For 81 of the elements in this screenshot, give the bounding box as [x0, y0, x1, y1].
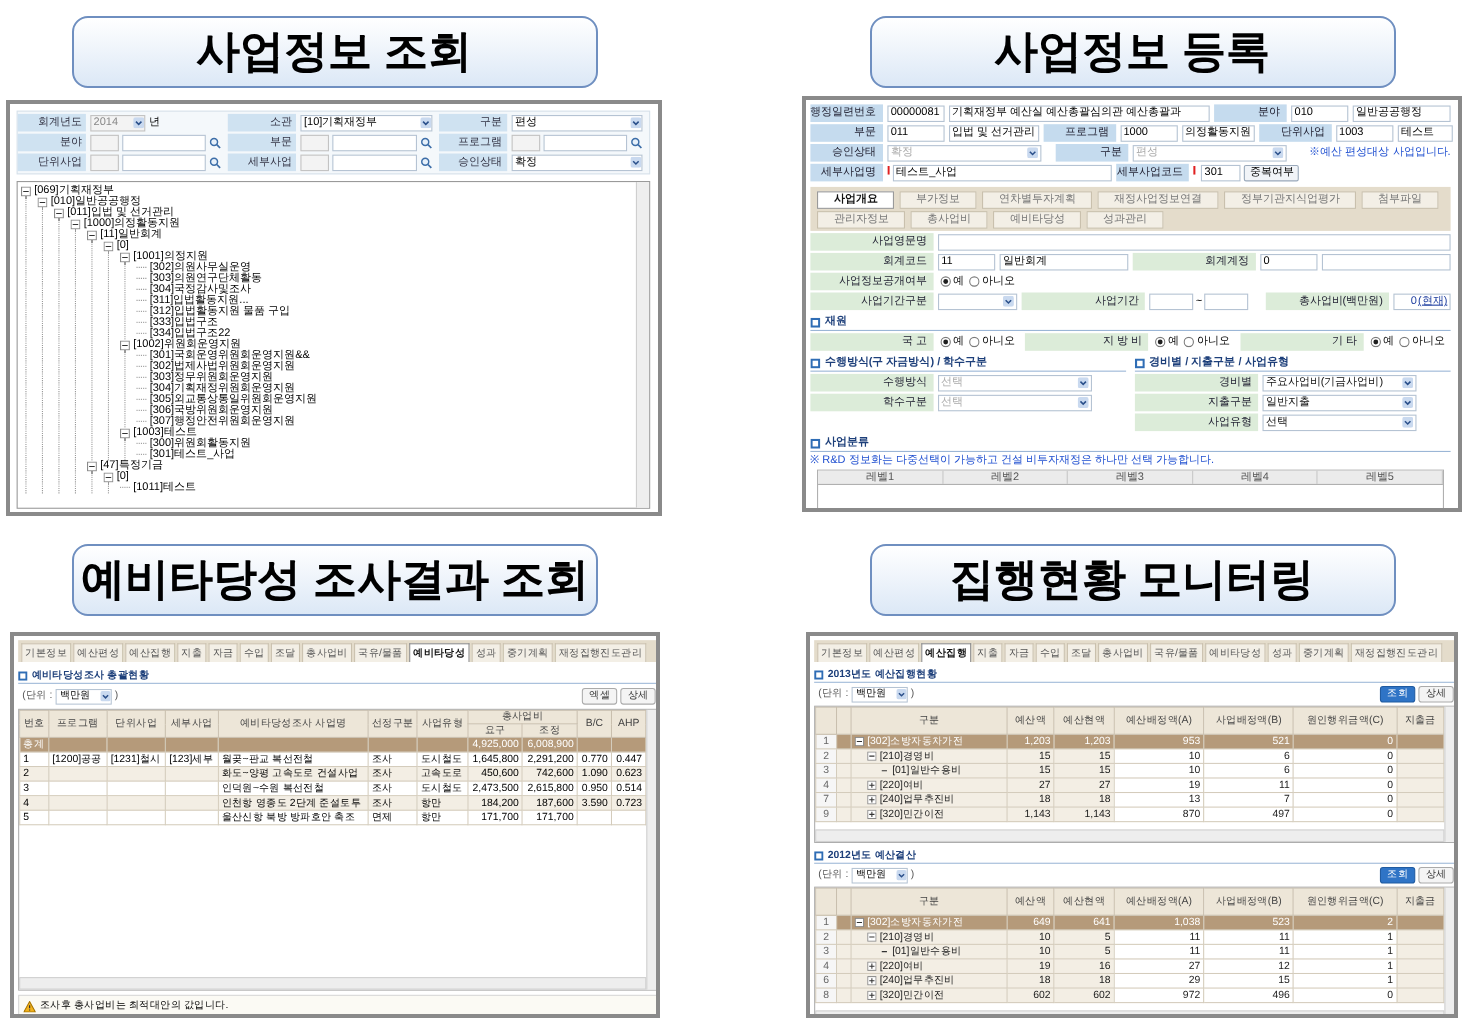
input-field[interactable]	[90, 134, 119, 151]
input-field[interactable]	[332, 154, 417, 171]
collapse-icon[interactable]	[87, 229, 97, 240]
dropdown-caret-icon	[133, 117, 145, 129]
radio-button[interactable]	[1183, 336, 1195, 348]
collapse-icon[interactable]	[54, 207, 64, 218]
search-icon[interactable]	[209, 136, 222, 149]
input-field[interactable]	[511, 134, 540, 151]
collapse-icon[interactable]	[21, 185, 31, 196]
dropdown-caret-icon	[630, 117, 642, 129]
section-bullet-icon	[1134, 357, 1145, 368]
scrollbar[interactable]	[646, 709, 656, 990]
input-field[interactable]	[543, 134, 628, 151]
dropdown-caret-icon	[1402, 397, 1414, 408]
radio-button[interactable]	[940, 276, 952, 287]
section-bullet-icon	[810, 317, 821, 328]
section-bullet-icon	[18, 670, 28, 681]
dropdown-caret-icon	[1003, 295, 1015, 307]
input-field[interactable]	[1204, 293, 1249, 310]
dropdown-caret-icon	[1027, 147, 1039, 159]
dropdown-caret-icon	[896, 870, 907, 881]
input-field[interactable]	[300, 134, 330, 151]
expand-icon[interactable]	[867, 809, 877, 820]
section-bullet-icon	[810, 438, 821, 449]
radio-button[interactable]	[1155, 336, 1167, 348]
dropdown-caret-icon	[100, 691, 111, 702]
title-banner: 집행현황 모니터링	[869, 544, 1395, 616]
scrollbar[interactable]	[1444, 706, 1454, 842]
collapse-icon[interactable]	[120, 251, 130, 262]
scrollbar[interactable]	[19, 977, 647, 990]
dropdown-caret-icon	[896, 689, 907, 700]
search-icon[interactable]	[419, 156, 432, 169]
dropdown-caret-icon	[1402, 416, 1414, 428]
dropdown-caret-icon	[1272, 147, 1284, 159]
radio-button[interactable]	[968, 336, 980, 348]
scrollbar[interactable]	[1444, 887, 1454, 1014]
scrollbar[interactable]	[815, 829, 1445, 842]
expand-icon[interactable]	[867, 961, 877, 971]
collapse-icon[interactable]	[854, 736, 865, 747]
warning-icon	[23, 1000, 36, 1012]
collapse-icon[interactable]	[120, 339, 130, 350]
expand-icon[interactable]	[867, 990, 877, 1000]
collapse-icon[interactable]	[867, 751, 877, 761]
select-field[interactable]	[938, 293, 1018, 310]
input-field[interactable]	[122, 134, 207, 151]
dropdown-caret-icon	[1077, 377, 1089, 389]
input-field[interactable]	[1321, 253, 1451, 270]
title-banner: 예비타당성 조사결과 조회	[72, 544, 598, 616]
dropdown-caret-icon	[1402, 377, 1414, 389]
search-icon[interactable]	[419, 136, 432, 149]
dropdown-caret-icon	[419, 117, 431, 129]
expand-icon[interactable]	[867, 795, 877, 805]
expand-icon[interactable]	[867, 976, 877, 986]
title-banner: 사업정보 등록	[869, 16, 1395, 88]
expand-icon[interactable]	[867, 780, 877, 790]
search-icon[interactable]	[630, 136, 643, 149]
input-field[interactable]	[1149, 293, 1194, 310]
title-banner: 사업정보 조회	[71, 16, 597, 88]
input-field[interactable]	[90, 154, 119, 171]
input-field[interactable]	[332, 134, 417, 151]
collapse-icon[interactable]	[120, 427, 130, 438]
collapse-icon[interactable]	[854, 917, 865, 928]
dropdown-caret-icon	[1077, 397, 1089, 408]
section-bullet-icon	[814, 669, 824, 680]
search-icon[interactable]	[209, 156, 222, 169]
collapse-icon[interactable]	[70, 218, 81, 229]
collapse-icon[interactable]	[87, 460, 97, 471]
radio-button[interactable]	[1369, 336, 1381, 348]
section-bullet-icon	[814, 850, 824, 861]
collapse-icon[interactable]	[103, 471, 114, 482]
collapse-icon[interactable]	[103, 240, 114, 251]
radio-button[interactable]	[968, 276, 980, 287]
input-field[interactable]	[938, 233, 1451, 251]
collapse-icon[interactable]	[37, 196, 48, 207]
radio-button[interactable]	[1398, 336, 1410, 348]
input-field[interactable]	[300, 154, 330, 171]
section-bullet-icon	[810, 357, 821, 368]
dropdown-caret-icon	[630, 156, 642, 168]
input-field[interactable]	[122, 154, 207, 171]
radio-button[interactable]	[940, 336, 952, 348]
scrollbar[interactable]	[635, 182, 650, 508]
